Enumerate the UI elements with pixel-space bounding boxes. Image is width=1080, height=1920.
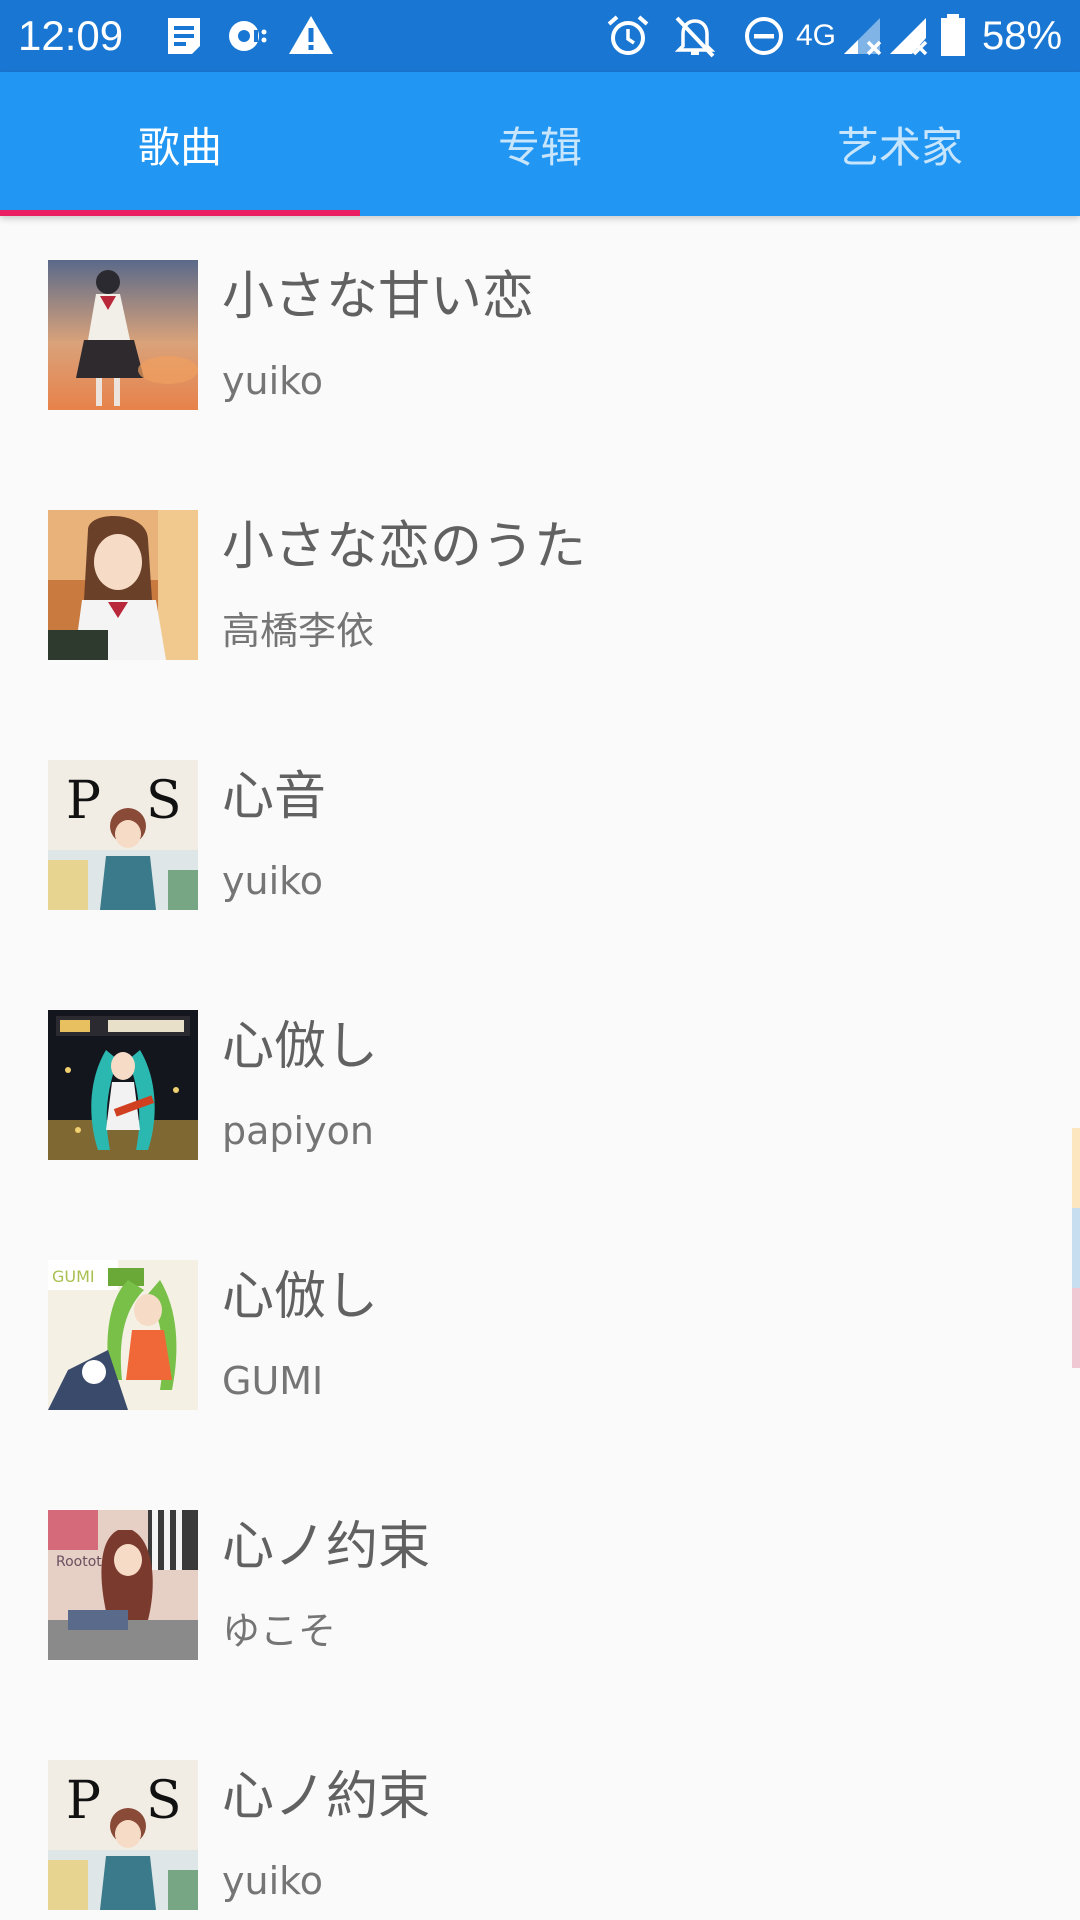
fast-scroll-section[interactable] bbox=[1072, 1128, 1080, 1208]
album-cover: P S bbox=[48, 760, 198, 910]
notifications-off-icon bbox=[671, 12, 719, 60]
list-item[interactable]: P S 心音 yuiko bbox=[0, 716, 1080, 966]
svg-text:P: P bbox=[66, 1771, 101, 1831]
signal-icon bbox=[886, 12, 934, 60]
song-artist: 高橋李依 bbox=[222, 609, 375, 653]
tab-albums-label: 专辑 bbox=[497, 122, 582, 172]
song-artist: papiyon bbox=[222, 1109, 374, 1153]
album-cover: Rootote bbox=[48, 1510, 198, 1660]
song-title: 心倣し bbox=[222, 1017, 379, 1077]
svg-text:P: P bbox=[66, 771, 101, 831]
battery-percent: 58% bbox=[982, 14, 1063, 58]
tab-songs[interactable]: 歌曲 bbox=[0, 72, 360, 216]
song-artist: ゆこそ bbox=[222, 1609, 337, 1653]
alarm-icon bbox=[604, 12, 652, 60]
song-artist: yuiko bbox=[222, 1859, 324, 1903]
tab-artists[interactable]: 艺术家 bbox=[720, 72, 1080, 216]
fast-scroll-section[interactable] bbox=[1072, 1288, 1080, 1368]
tab-songs-label: 歌曲 bbox=[137, 122, 222, 172]
list-item[interactable]: 心倣し papiyon bbox=[0, 966, 1080, 1216]
song-title: 心音 bbox=[222, 767, 327, 827]
album-cover bbox=[48, 260, 198, 410]
status-time: 12:09 bbox=[18, 12, 124, 59]
song-artist: yuiko bbox=[222, 359, 324, 403]
song-title: 心ノ約束 bbox=[222, 1767, 431, 1827]
album-cover: GUMI bbox=[48, 1260, 198, 1410]
message-icon bbox=[160, 12, 208, 60]
signal-icon bbox=[840, 12, 888, 60]
list-item[interactable]: 小さな甘い恋 yuiko bbox=[0, 216, 1080, 466]
svg-text:GUMI: GUMI bbox=[52, 1267, 95, 1286]
album-cover bbox=[48, 510, 198, 660]
fast-scroll-section[interactable] bbox=[1072, 1208, 1080, 1288]
svg-text:S: S bbox=[146, 1771, 182, 1831]
song-artist: GUMI bbox=[222, 1359, 324, 1403]
do-not-disturb-icon bbox=[740, 12, 788, 60]
list-item[interactable]: Rootote 心ノ约束 ゆこそ bbox=[0, 1466, 1080, 1716]
list-item[interactable]: P S 心ノ約束 yuiko bbox=[0, 1716, 1080, 1920]
network-type: 4G bbox=[796, 19, 837, 52]
tab-bar: 歌曲 专辑 艺术家 bbox=[0, 72, 1080, 216]
svg-text:S: S bbox=[146, 771, 182, 831]
status-bar: 12:09 4G 58% bbox=[0, 0, 1080, 72]
tab-artists-label: 艺术家 bbox=[836, 122, 963, 172]
song-title: 心ノ约束 bbox=[222, 1517, 431, 1577]
list-item[interactable]: 小さな恋のうた 高橋李依 bbox=[0, 466, 1080, 716]
sync-icon bbox=[222, 12, 270, 60]
warning-icon bbox=[287, 12, 335, 60]
song-title: 小さな恋のうた bbox=[222, 517, 587, 577]
battery-icon bbox=[938, 12, 968, 60]
album-cover: P S bbox=[48, 1760, 198, 1910]
list-item[interactable]: GUMI 心倣し GUMI bbox=[0, 1216, 1080, 1466]
song-list[interactable]: 小さな甘い恋 yuiko 小さな恋のうた 高橋李依 P S 心音 yuiko 心… bbox=[0, 216, 1080, 1920]
song-artist: yuiko bbox=[222, 859, 324, 903]
song-title: 心倣し bbox=[222, 1267, 379, 1327]
album-cover bbox=[48, 1010, 198, 1160]
tab-albums[interactable]: 专辑 bbox=[360, 72, 720, 216]
song-title: 小さな甘い恋 bbox=[222, 267, 535, 327]
